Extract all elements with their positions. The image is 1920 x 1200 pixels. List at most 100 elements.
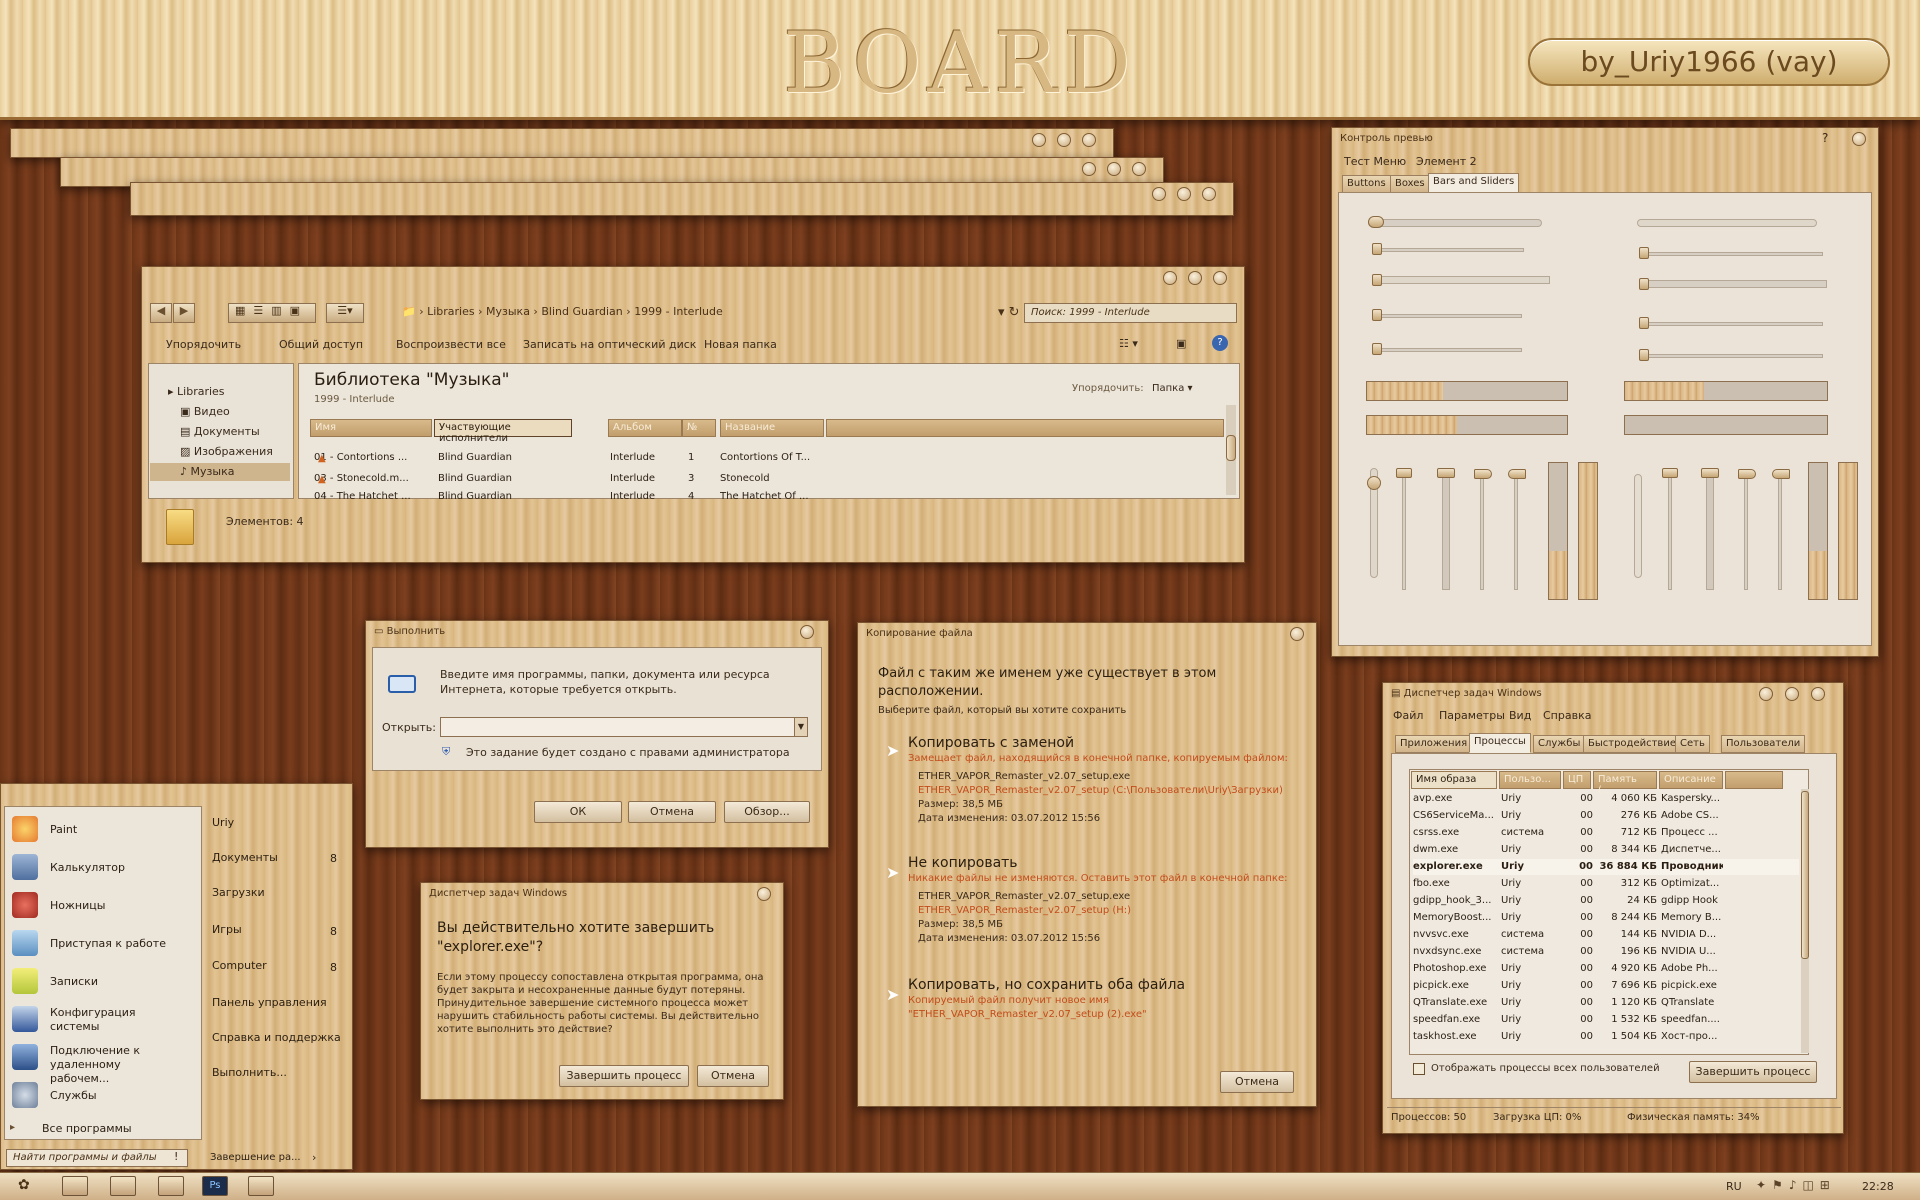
column-number[interactable]: №	[682, 419, 716, 437]
menu-view[interactable]: Вид	[1509, 709, 1531, 722]
clock[interactable]: 22:28	[1862, 1180, 1894, 1193]
slider-thumb[interactable]	[1639, 247, 1649, 259]
tab-performance[interactable]: Быстродействие	[1583, 735, 1681, 753]
maximize-button[interactable]	[1177, 187, 1191, 201]
end-task-dialog[interactable]: Диспетчер задач Windows Вы действительно…	[420, 882, 784, 1100]
table-row[interactable]: avp.exe Uriy 00 4 060 КБ Kaspersky...	[1413, 791, 1799, 807]
slider-thumb[interactable]	[1372, 343, 1382, 355]
explorer-taskbar-icon[interactable]	[62, 1176, 88, 1196]
nav-item-libraries[interactable]: ▸ Libraries	[168, 385, 225, 398]
breadcrumb-item[interactable]: 1999 - Interlude	[634, 305, 723, 318]
task-manager-window[interactable]: ▤ Диспетчер задач Windows Файл Параметры…	[1382, 682, 1844, 1134]
horizontal-slider[interactable]	[1639, 354, 1823, 358]
place-documents[interactable]: Документы	[212, 851, 278, 864]
horizontal-slider[interactable]	[1372, 348, 1522, 352]
cancel-button[interactable]: Отмена	[1220, 1071, 1294, 1093]
program-getting-started[interactable]: Приступая к работе	[50, 937, 166, 950]
place-downloads[interactable]: Загрузки	[212, 886, 265, 899]
new-folder-button[interactable]: Новая папка	[704, 338, 777, 351]
burn-button[interactable]: Записать на оптический диск	[523, 338, 696, 351]
table-row[interactable]: explorer.exe Uriy 00 36 884 КБ Проводник	[1413, 859, 1799, 875]
help-icon[interactable]: ?	[1212, 335, 1228, 351]
minimize-button[interactable]	[1152, 187, 1166, 201]
slider-thumb[interactable]	[1738, 469, 1756, 479]
breadcrumb-item[interactable]: Blind Guardian	[541, 305, 622, 318]
column-name[interactable]: Имя	[310, 419, 432, 437]
tab-network[interactable]: Сеть	[1675, 735, 1710, 753]
vertical-slider[interactable]	[1706, 470, 1714, 590]
play-all-button[interactable]: Воспроизвести все	[396, 338, 506, 351]
nav-item-images[interactable]: ▨ Изображения	[180, 445, 273, 458]
slider-thumb[interactable]	[1437, 468, 1455, 478]
start-button[interactable]: ✿	[18, 1177, 30, 1193]
column-title[interactable]: Название	[720, 419, 824, 437]
breadcrumb-item[interactable]: Libraries	[427, 305, 475, 318]
close-button[interactable]	[1213, 271, 1227, 285]
end-process-button[interactable]: Завершить процесс	[559, 1065, 689, 1087]
table-row[interactable]: speedfan.exe Uriy 00 1 532 КБ speedfan....	[1413, 1012, 1799, 1028]
maximize-button[interactable]	[1107, 162, 1121, 176]
breadcrumb-item[interactable]: Музыка	[486, 305, 530, 318]
view-options-icon[interactable]: ☷ ▾	[1119, 337, 1138, 350]
column-memory[interactable]: Память (...	[1593, 771, 1657, 796]
program-paint[interactable]: Paint	[50, 823, 77, 836]
table-row[interactable]: nvvsvc.exe система 00 144 КБ NVIDIA D...	[1413, 927, 1799, 943]
horizontal-slider[interactable]	[1372, 276, 1550, 284]
close-button[interactable]	[800, 625, 814, 639]
slider-thumb[interactable]	[1639, 349, 1649, 361]
program-remote-desktop[interactable]: Подключение к удаленному рабочем...	[50, 1044, 174, 1086]
run-taskbar-icon[interactable]	[248, 1176, 274, 1196]
preview-window[interactable]: Контроль превью ? Тест Меню Элемент 2 Bu…	[1331, 127, 1879, 657]
close-button[interactable]	[1852, 132, 1866, 146]
close-button[interactable]	[1132, 162, 1146, 176]
program-snipping[interactable]: Ножницы	[50, 899, 105, 912]
place-help[interactable]: Справка и поддержка	[212, 1031, 341, 1044]
menu-options[interactable]: Параметры	[1439, 709, 1505, 722]
slider-thumb[interactable]	[1396, 468, 1412, 478]
option-title[interactable]: Копировать, но сохранить оба файла	[908, 977, 1185, 993]
tab-boxes[interactable]: Boxes	[1390, 175, 1430, 193]
table-row[interactable]: Photoshop.exe Uriy 00 4 920 КБ Adobe Ph...	[1413, 961, 1799, 977]
run-dialog[interactable]: ▭ Выполнить Введите имя программы, папки…	[365, 620, 829, 848]
show-all-checkbox[interactable]	[1413, 1063, 1425, 1075]
horizontal-slider[interactable]	[1639, 280, 1827, 288]
cancel-button[interactable]: Отмена	[628, 801, 716, 823]
start-search-input[interactable]: Найти программы и файлы	[6, 1149, 188, 1167]
cancel-button[interactable]: Отмена	[697, 1065, 769, 1087]
close-button[interactable]	[1082, 133, 1096, 147]
close-button[interactable]	[757, 887, 771, 901]
preview-pane-icon[interactable]: ▣	[1176, 337, 1186, 350]
horizontal-slider[interactable]	[1639, 322, 1823, 326]
list-item[interactable]: 01 - Contortions ... Blind Guardian Inte…	[314, 452, 1214, 468]
slider-thumb[interactable]	[1372, 309, 1382, 321]
all-programs[interactable]: Все программы	[42, 1122, 132, 1135]
table-row[interactable]: picpick.exe Uriy 00 7 696 КБ picpick.exe	[1413, 978, 1799, 994]
table-row[interactable]: gdipp_hook_3... Uriy 00 24 КБ gdipp Hook	[1413, 893, 1799, 909]
slider-thumb[interactable]	[1639, 278, 1649, 290]
vertical-slider[interactable]	[1480, 470, 1484, 590]
maximize-button[interactable]	[1785, 687, 1799, 701]
place-computer[interactable]: Computer	[212, 959, 267, 972]
slider-thumb[interactable]	[1701, 468, 1719, 478]
place-run[interactable]: Выполнить...	[212, 1066, 287, 1079]
horizontal-slider[interactable]	[1372, 314, 1522, 318]
column-album[interactable]: Альбом	[608, 419, 682, 437]
list-item[interactable]: 04 - The Hatchet ... Blind Guardian Inte…	[314, 491, 1214, 499]
empty-window-3[interactable]	[130, 182, 1234, 216]
open-input[interactable]	[440, 717, 796, 737]
program-sticky-notes[interactable]: Записки	[50, 975, 98, 988]
scroll-thumb[interactable]	[1801, 791, 1809, 959]
refresh-icon[interactable]: ▾ ↻	[998, 305, 1020, 320]
slider-thumb[interactable]	[1772, 469, 1790, 479]
maximize-button[interactable]	[1057, 133, 1071, 147]
back-button[interactable]: ◀	[150, 303, 172, 323]
vertical-slider[interactable]	[1668, 470, 1672, 590]
column-user[interactable]: Пользо...	[1499, 771, 1561, 789]
minimize-button[interactable]	[1163, 271, 1177, 285]
horizontal-slider[interactable]	[1637, 219, 1817, 227]
slider-thumb[interactable]	[1372, 243, 1382, 255]
close-button[interactable]	[1290, 627, 1304, 641]
view-buttons[interactable]: ▦☰▥▣	[228, 303, 316, 323]
copy-file-dialog[interactable]: Копирование файла Файл с таким же именем…	[857, 622, 1317, 1107]
table-row[interactable]: QTranslate.exe Uriy 00 1 120 КБ QTranslate	[1413, 995, 1799, 1011]
